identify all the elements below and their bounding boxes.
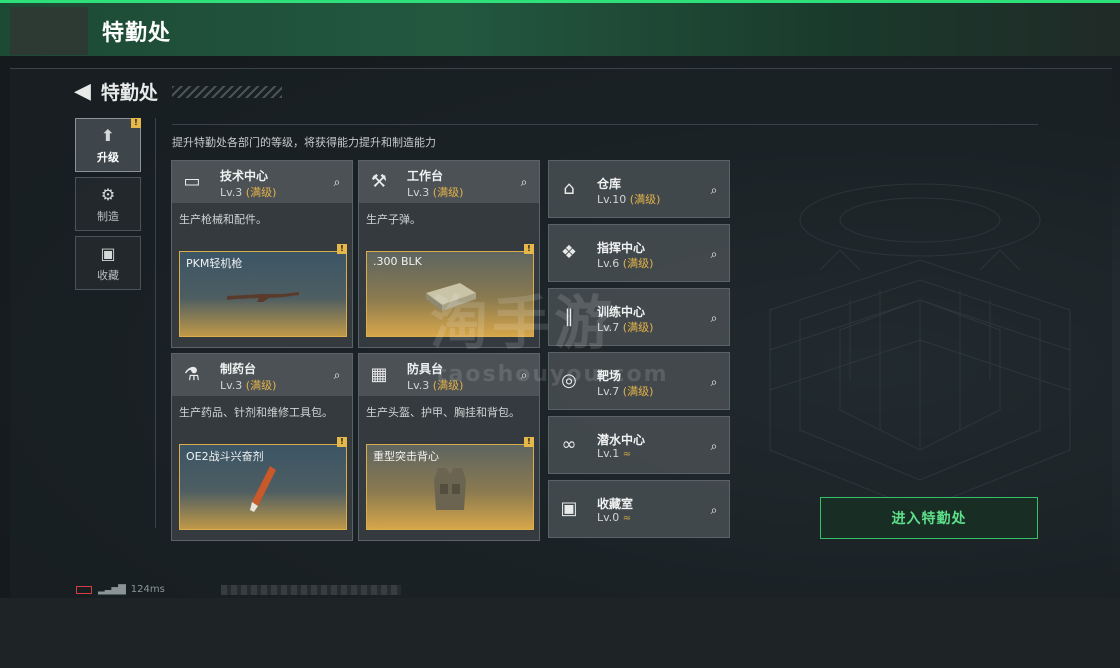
- watermark: 淘手游: [430, 289, 617, 357]
- tab-upgrade[interactable]: ⬆ 升级 !: [75, 118, 141, 172]
- search-icon[interactable]: ⌕: [705, 501, 723, 519]
- tab-craft[interactable]: ⚙ 制造: [75, 177, 141, 231]
- craft-item-name: .300 BLK: [373, 255, 422, 268]
- status-bar: ▂▃▅▇ 124ms: [76, 584, 401, 595]
- alert-badge: !: [131, 118, 141, 128]
- tab-divider: [155, 118, 156, 528]
- department-name: 制药台: [220, 362, 257, 376]
- ping-value: 124ms: [130, 584, 165, 595]
- machine-gun-icon: [227, 291, 299, 302]
- department-desc: 生产枪械和配件。: [179, 213, 267, 226]
- tab-collection[interactable]: ▣ 收藏: [75, 236, 141, 290]
- collection-icon: ▣: [100, 243, 116, 263]
- facility-name: 潜水中心: [597, 433, 646, 447]
- blurred-info: [220, 584, 401, 595]
- alert-badge: !: [337, 437, 347, 447]
- alert-badge: !: [524, 437, 534, 447]
- facility-name: 指挥中心: [597, 241, 646, 255]
- vest-icon: [434, 467, 466, 510]
- header-hatch: [171, 85, 282, 98]
- upgrade-icon: ⬆: [101, 125, 115, 145]
- craft-item-slot[interactable]: 重型突击背心 !: [366, 437, 534, 530]
- search-icon[interactable]: ⌕: [705, 437, 723, 455]
- battery-icon: [76, 585, 92, 594]
- facility-card-command-center[interactable]: ❖ 指挥中心 Lv.6 (满级) ⌕: [548, 224, 730, 282]
- gears-icon: ⚙: [100, 184, 116, 204]
- department-desc: 生产药品、针剂和维修工具包。: [179, 406, 333, 419]
- search-icon[interactable]: ⌕: [705, 309, 723, 327]
- department-level: Lv.3 (满级): [220, 379, 277, 392]
- tab-collection-label: 收藏: [97, 268, 119, 282]
- section-subtitle: 提升特勤处各部门的等级，将获得能力提升和制造能力: [172, 136, 436, 149]
- search-icon[interactable]: ⌕: [328, 366, 346, 384]
- facility-level: Lv.0 ≈: [597, 511, 632, 524]
- facility-level: Lv.6 (满级): [597, 257, 654, 270]
- department-level: Lv.3 (满级): [407, 186, 464, 199]
- upgradable-icon: ≈: [622, 513, 632, 524]
- bottom-band: [0, 598, 1120, 668]
- search-icon[interactable]: ⌕: [515, 173, 533, 191]
- department-name: 技术中心: [220, 169, 269, 183]
- search-icon[interactable]: ⌕: [705, 245, 723, 263]
- craft-item-name: OE2战斗兴奋剂: [186, 450, 264, 463]
- craft-item-name: 重型突击背心: [373, 450, 439, 463]
- enter-base-button[interactable]: 进入特勤处: [820, 497, 1038, 539]
- department-level: Lv.3 (满级): [220, 186, 277, 199]
- command-icon: ❖: [560, 242, 578, 263]
- alert-badge: !: [524, 244, 534, 254]
- tab-craft-label: 制造: [97, 209, 119, 223]
- microscope-icon: ⚗: [183, 364, 201, 385]
- syringe-icon: [250, 465, 276, 512]
- department-desc: 生产头盔、护甲、胸挂和背包。: [366, 406, 520, 419]
- facility-card-warehouse[interactable]: ⌂ 仓库 Lv.10 (满级) ⌕: [548, 160, 730, 218]
- department-desc: 生产子弹。: [366, 213, 421, 226]
- facility-name: 仓库: [597, 177, 622, 191]
- monitor-icon: ▭: [183, 171, 201, 192]
- craft-item-slot[interactable]: PKM轻机枪 !: [179, 244, 347, 337]
- tools-icon: ⚒: [370, 171, 388, 192]
- department-name: 工作台: [407, 169, 444, 183]
- top-bar-accent: [10, 7, 88, 55]
- divider: [172, 124, 1038, 125]
- tab-upgrade-label: 升级: [97, 150, 119, 164]
- search-icon[interactable]: ⌕: [328, 173, 346, 191]
- department-card-tech-center[interactable]: ▭ 技术中心 Lv.3 (满级) ⌕ 生产枪械和配件。 PKM轻机枪 !: [171, 160, 353, 348]
- armor-icon: ▦: [370, 364, 388, 385]
- diving-icon: ∞: [561, 434, 577, 455]
- craft-item-name: PKM轻机枪: [186, 257, 243, 270]
- facility-name: 收藏室: [597, 497, 634, 511]
- craft-item-slot[interactable]: OE2战斗兴奋剂 !: [179, 437, 347, 530]
- search-icon[interactable]: ⌕: [705, 181, 723, 199]
- alert-badge: !: [337, 244, 347, 254]
- back-button[interactable]: ◀ 特勤处: [74, 78, 282, 105]
- watermark-url: taoshouyou.com: [436, 362, 669, 387]
- search-icon[interactable]: ⌕: [705, 373, 723, 391]
- facility-level: Lv.10 (满级): [597, 193, 661, 206]
- department-card-pharmacy[interactable]: ⚗ 制药台 Lv.3 (满级) ⌕ 生产药品、针剂和维修工具包。 OE2战斗兴奋…: [171, 353, 353, 541]
- signal-icon: ▂▃▅▇: [98, 584, 126, 595]
- section-title: 特勤处: [100, 82, 158, 104]
- vault-icon: ▣: [560, 498, 578, 519]
- back-arrow-icon: ◀: [74, 79, 91, 104]
- upgradable-icon: ≈: [622, 449, 632, 460]
- warehouse-icon: ⌂: [563, 178, 575, 199]
- facility-card-vault[interactable]: ▣ 收藏室 Lv.0 ≈ ⌕: [548, 480, 730, 538]
- top-bar: 特勤处: [0, 0, 1120, 56]
- facility-level: Lv.1 ≈: [597, 447, 632, 460]
- page-title: 特勤处: [102, 21, 172, 46]
- facility-card-diving-center[interactable]: ∞ 潜水中心 Lv.1 ≈ ⌕: [548, 416, 730, 474]
